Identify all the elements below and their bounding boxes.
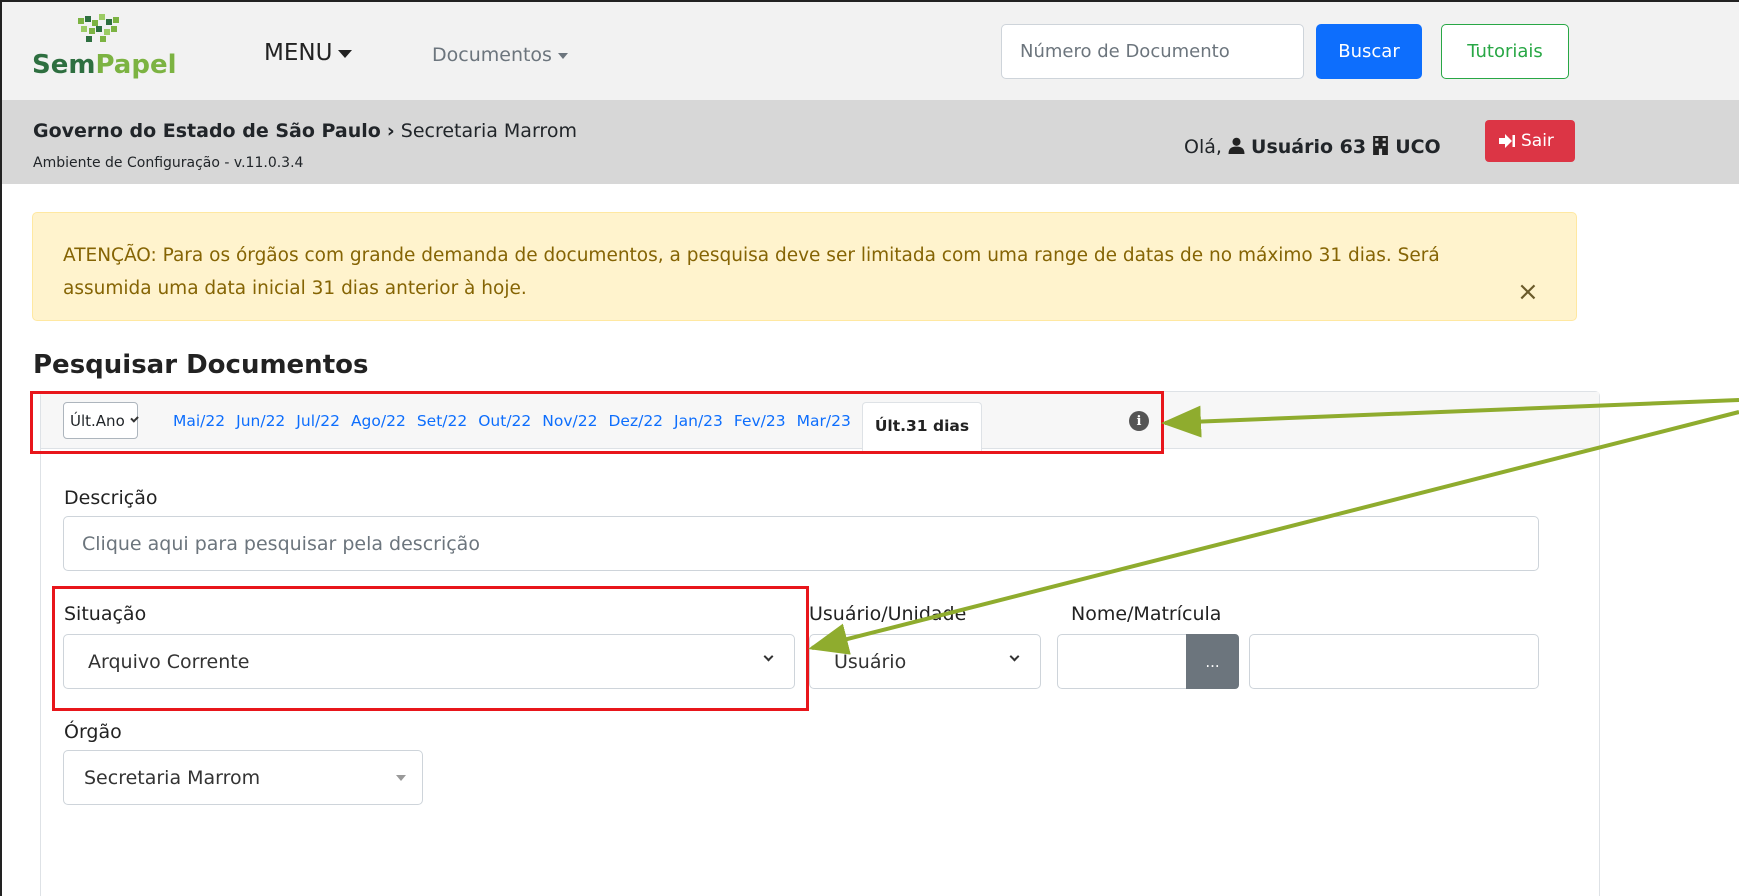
greeting-text: Olá, <box>1184 136 1222 158</box>
caret-down-icon <box>396 775 406 781</box>
sign-out-icon <box>1499 134 1515 148</box>
documents-menu-dropdown[interactable]: Documentos <box>432 44 568 66</box>
breadcrumb-separator: › <box>386 120 395 142</box>
breadcrumb: Governo do Estado de São Paulo › Secreta… <box>33 120 577 142</box>
name-input[interactable] <box>1249 634 1539 689</box>
unit-code[interactable]: UCO <box>1395 136 1441 158</box>
sempapel-logo[interactable]: SemPapel <box>32 14 177 94</box>
annotation-highlight-period-bar <box>30 391 1164 454</box>
breadcrumb-unit: Secretaria Marrom <box>400 120 577 142</box>
description-input[interactable] <box>63 516 1539 571</box>
org-value: Secretaria Marrom <box>84 766 261 789</box>
logo-text-sem: Sem <box>32 50 96 80</box>
user-unit-label: Usuário/Unidade <box>809 603 967 625</box>
caret-down-icon <box>338 49 353 58</box>
documents-menu-label: Documentos <box>432 44 552 66</box>
building-icon <box>1373 136 1389 155</box>
user-greeting: Olá, Usuário 63 UCO <box>1184 136 1441 158</box>
main-menu-label: MENU <box>264 40 333 66</box>
org-label: Órgão <box>64 721 122 743</box>
org-select[interactable]: Secretaria Marrom <box>63 750 423 805</box>
logo-mark-icon <box>78 14 119 42</box>
user-name[interactable]: Usuário 63 <box>1251 136 1366 158</box>
registration-input[interactable] <box>1057 634 1187 689</box>
logo-text: SemPapel <box>32 50 177 80</box>
tutorials-button[interactable]: Tutoriais <box>1441 24 1569 79</box>
breadcrumb-org: Governo do Estado de São Paulo <box>33 120 381 142</box>
warning-alert: ATENÇÃO: Para os órgãos com grande deman… <box>32 212 1577 321</box>
logout-button[interactable]: Sair <box>1485 120 1575 162</box>
chevron-down-icon <box>1009 651 1020 662</box>
logo-text-papel: Papel <box>95 50 177 80</box>
logout-label: Sair <box>1521 131 1554 151</box>
context-bar: Governo do Estado de São Paulo › Secreta… <box>2 100 1739 184</box>
close-icon[interactable]: × <box>1517 277 1539 307</box>
user-icon <box>1228 137 1245 154</box>
lookup-button[interactable]: ... <box>1186 634 1239 689</box>
user-unit-value: Usuário <box>834 650 907 673</box>
name-registration-label: Nome/Matrícula <box>1071 603 1222 625</box>
page-title: Pesquisar Documentos <box>33 350 369 380</box>
search-button[interactable]: Buscar <box>1316 24 1422 79</box>
environment-version: Ambiente de Configuração - v.11.0.3.4 <box>33 155 304 171</box>
alert-message: ATENÇÃO: Para os órgãos com grande deman… <box>63 245 1440 299</box>
user-unit-select[interactable]: Usuário <box>809 634 1041 689</box>
main-menu-dropdown[interactable]: MENU <box>264 40 353 66</box>
document-number-input[interactable] <box>1001 24 1304 79</box>
annotation-highlight-situation <box>52 586 809 711</box>
caret-down-icon <box>557 52 568 59</box>
description-label: Descrição <box>64 487 158 509</box>
